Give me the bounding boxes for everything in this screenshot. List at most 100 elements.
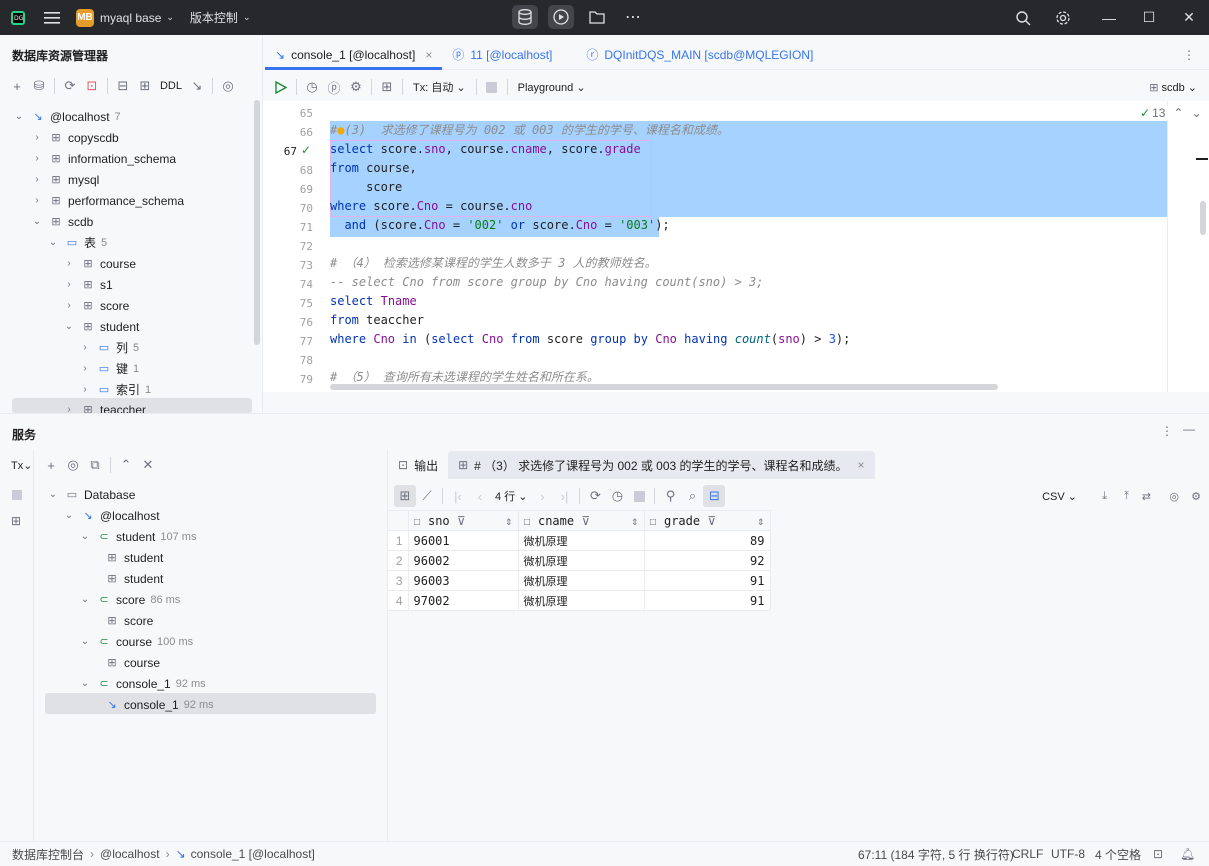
run-services-icon[interactable] [548, 5, 574, 29]
eye-icon[interactable]: ◎ [62, 454, 84, 476]
ddl-button[interactable]: DDL [156, 75, 186, 97]
cell-grade[interactable]: 91 [643, 590, 771, 611]
services-tree-item[interactable]: ⌄ ⊂ score 86 ms [78, 589, 181, 610]
cell-sno[interactable]: 96001 [407, 530, 519, 551]
services-tree-item[interactable]: ⌄ ⊂ student 107 ms [78, 526, 197, 547]
table-row[interactable]: 1 96001 微机原理 89 [388, 530, 771, 551]
more-vertical-icon[interactable]: ⋮ [1161, 424, 1173, 438]
cell-grade[interactable]: 89 [643, 530, 771, 551]
chevron-down-icon[interactable]: ⌄ [46, 489, 60, 500]
close-button[interactable]: ✕ [1169, 0, 1209, 35]
explorer-tree-item[interactable]: › ▭ 列 5 [78, 337, 139, 358]
chevron-right-icon[interactable]: › [30, 153, 44, 164]
explorer-tree-item[interactable]: › ⊞ s1 [62, 274, 112, 295]
more-vertical-icon[interactable]: ⋮ [1183, 48, 1195, 62]
explorer-tree-item[interactable]: › ⊞ copyscdb [30, 127, 118, 148]
settings-icon[interactable]: ⚙ [1191, 490, 1201, 503]
chevron-right-icon[interactable]: › [62, 300, 76, 311]
explorer-tree-item[interactable]: › ⊞ course [62, 253, 136, 274]
database-icon[interactable] [512, 5, 538, 29]
explorer-tree-item[interactable]: ⌄ ⊞ scdb [30, 211, 94, 232]
explorer-tree-item[interactable]: › ▭ 索引 1 [78, 379, 151, 400]
column-header-sno[interactable]: ☐ sno ⊽ ⇕ [407, 510, 519, 531]
cell-cname[interactable]: 微机原理 [517, 530, 645, 551]
p-circle-icon[interactable]: ⓟ [323, 76, 345, 98]
run-icon[interactable] [270, 76, 292, 98]
compare-icon[interactable]: ⇄ [1142, 490, 1151, 503]
tx-button[interactable]: Tx⌄ [11, 459, 32, 472]
history-icon[interactable]: ◷ [301, 76, 323, 98]
cell-sno[interactable]: 96003 [407, 570, 519, 591]
rows-count-dropdown[interactable]: 4 行 ⌄ [495, 488, 527, 504]
vcs-menu[interactable]: 版本控制 ⌄ [190, 0, 251, 35]
refresh-icon[interactable]: ⟳ [59, 75, 81, 97]
table-row[interactable]: 4 97002 微机原理 91 [388, 590, 771, 611]
next-page-icon[interactable]: › [531, 485, 553, 507]
cell-cname[interactable]: 微机原理 [517, 550, 645, 571]
chevron-right-icon[interactable]: › [30, 174, 44, 185]
explorer-tree-item[interactable]: ⌄ ▭ 表 5 [46, 232, 107, 253]
stop-icon[interactable] [628, 485, 650, 507]
settings-gear-icon[interactable] [1043, 0, 1083, 35]
chevron-down-icon[interactable]: ⌄ [78, 636, 92, 647]
services-tree-item[interactable]: ⌄ ↘ @localhost [62, 505, 160, 526]
lock-icon[interactable]: ⊡ [1153, 847, 1163, 861]
breadcrumb-file[interactable]: console_1 [@localhost] [191, 847, 315, 861]
breadcrumb-console[interactable]: 数据库控制台 [12, 846, 84, 863]
export-format-dropdown[interactable]: CSV ⌄ [1042, 490, 1077, 503]
column-header-grade[interactable]: ☐ grade ⊽ ⇕ [643, 510, 771, 531]
column-header-cname[interactable]: ☐ cname ⊽ ⇕ [517, 510, 645, 531]
explorer-tree-item[interactable]: ⌄ ↘ @localhost 7 [12, 106, 121, 127]
chevron-right-icon[interactable]: › [62, 258, 76, 269]
tab-output[interactable]: ⊡ 输出 [388, 451, 448, 479]
eye-icon[interactable]: ◎ [1169, 490, 1179, 503]
chevron-right-icon[interactable]: › [78, 363, 92, 374]
datasource-properties-icon[interactable]: ⛁ [28, 75, 50, 97]
services-tree-item[interactable]: ↘ console_1 92 ms [100, 694, 213, 715]
minimize-button[interactable]: — [1089, 0, 1129, 35]
folder-icon[interactable] [584, 5, 610, 29]
main-menu-icon[interactable] [44, 0, 60, 35]
chart-icon[interactable]: ⟋ [416, 485, 438, 507]
disconnect-icon[interactable]: ⊡ [81, 75, 103, 97]
prev-page-icon[interactable]: ‹ [469, 485, 491, 507]
chevron-right-icon[interactable]: › [78, 342, 92, 353]
explorer-tree-item[interactable]: › ⊞ score [62, 295, 129, 316]
tab-result[interactable]: ⊞ # （3） 求选修了课程号为 002 或 003 的学生的学号、课程名和成绩… [448, 451, 875, 479]
stop-icon[interactable] [481, 76, 503, 98]
console-icon[interactable]: ⊟ [112, 75, 134, 97]
explorer-tree-item[interactable]: › ▭ 键 1 [78, 358, 139, 379]
explorer-tree-item[interactable]: ⌄ ⊞ student [62, 316, 140, 337]
first-page-icon[interactable]: |‹ [447, 485, 469, 507]
file-encoding[interactable]: UTF-8 [1051, 847, 1085, 861]
history-icon[interactable]: ◷ [606, 485, 628, 507]
chevron-up-icon[interactable]: ⌃ [1173, 106, 1183, 120]
filter-icon[interactable]: ⊟ [703, 485, 726, 507]
tab-console-1[interactable]: ↘ console_1 [@localhost] × [265, 40, 443, 70]
table-row[interactable]: 2 96002 微机原理 92 [388, 550, 771, 571]
chevron-down-icon[interactable]: ⌄ [78, 594, 92, 605]
services-tree-item[interactable]: ⊞ student [100, 547, 163, 568]
jump-icon[interactable]: ↘ [186, 75, 208, 97]
eye-icon[interactable]: ◎ [217, 75, 239, 97]
caret-position[interactable]: 67:11 (184 字符, 5 行 换行符) [858, 846, 1014, 863]
upload-icon[interactable]: ⤒ [1124, 490, 1129, 503]
services-tree-item[interactable]: ⌄ ⊂ course 100 ms [78, 631, 193, 652]
explorer-tree-item[interactable]: › ⊞ mysql [30, 169, 99, 190]
cell-sno[interactable]: 96002 [407, 550, 519, 571]
notification-bell-icon[interactable]: 🔔︎ [1180, 847, 1195, 861]
services-tree-item[interactable]: ⊞ student [100, 568, 163, 589]
table-icon[interactable]: ⊞ [134, 75, 156, 97]
editor-hscrollbar[interactable] [330, 384, 998, 390]
inspection-widget[interactable]: ✓ 13 ⌃ ⌄ [1137, 106, 1205, 120]
settings-icon[interactable]: ⚙ [345, 76, 367, 98]
chevron-down-icon[interactable]: ⌄ [12, 111, 26, 122]
maximize-button[interactable]: ☐ [1129, 0, 1169, 35]
indent-setting[interactable]: 4 个空格 [1095, 846, 1141, 863]
app-logo-icon[interactable]: DG [10, 0, 26, 35]
search-icon[interactable]: ⌕ [681, 485, 703, 507]
collapse-all-icon[interactable]: ✕ [137, 454, 159, 476]
playground-dropdown[interactable]: Playground ⌄ [518, 81, 586, 94]
chevron-down-icon[interactable]: ⌄ [46, 237, 60, 248]
cell-sno[interactable]: 97002 [407, 590, 519, 611]
